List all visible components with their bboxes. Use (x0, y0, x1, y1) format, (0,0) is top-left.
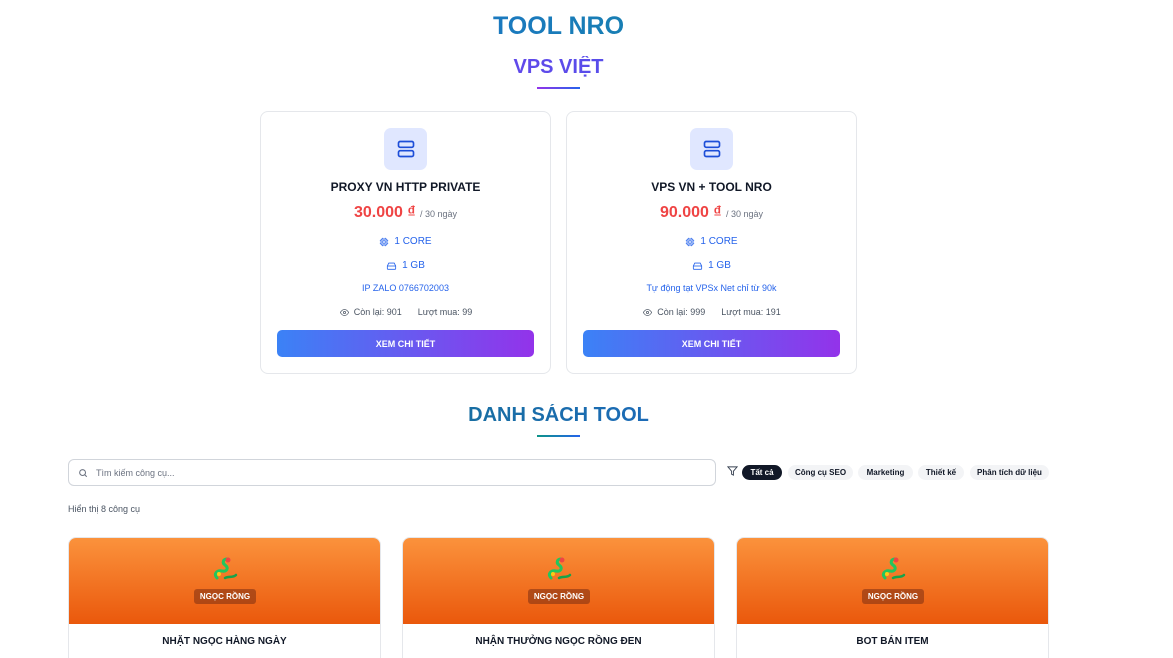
view-details-button[interactable]: XEM CHI TIẾT (583, 330, 840, 357)
filter-chip-marketing[interactable]: Marketing (858, 465, 913, 480)
vps-plan-purchases: Lượt mua: 99 (417, 307, 473, 317)
vps-plan-name: VPS VN + TOOL NRO (651, 180, 772, 194)
cpu-icon (686, 237, 695, 246)
cpu-icon (380, 237, 389, 246)
vps-plan-note: Tự động tạt VPSx Net chỉ từ 90k (646, 283, 777, 293)
server-icon (690, 128, 733, 170)
vps-plan-cpu-label: 1 CORE (700, 236, 738, 247)
vps-plan-cpu: 1 CORE (261, 236, 550, 247)
vps-plan-card: VPS VN + TOOL NRO 90.000 ₫ / 30 ngày 1 C… (566, 111, 857, 374)
vps-plan-card: PROXY VN HTTP PRIVATE 30.000 ₫ / 30 ngày… (260, 111, 551, 374)
tools-section-title: DANH SÁCH TOOL (0, 404, 1117, 427)
dragon-icon (213, 557, 238, 580)
tool-name: NHẬN THƯỞNG NGỌC RỒNG ĐEN (475, 636, 642, 647)
filter-chip-seo[interactable]: Công cụ SEO (788, 465, 853, 480)
tool-name: BOT BÁN ITEM (856, 636, 929, 647)
vps-plan-price-row: 30.000 ₫ / 30 ngày (261, 204, 550, 222)
vps-plan-period: / 30 ngày (420, 209, 458, 219)
vps-plan-name: PROXY VN HTTP PRIVATE (330, 180, 481, 194)
vps-title-underline (537, 87, 580, 89)
dragon-icon (881, 557, 906, 580)
search-input[interactable] (96, 467, 676, 478)
hard-drive-icon (387, 262, 397, 270)
vps-plan-remaining: Còn lại: 901 (353, 307, 402, 317)
tool-card[interactable]: NGỌC RỒNG NHẶT NGỌC HÀNG NGÀY (68, 537, 381, 658)
vps-plan-price: 30.000 ₫ (353, 204, 416, 221)
vps-plan-ram-label: 1 GB (402, 260, 425, 271)
filter-chip-all[interactable]: Tất cả (742, 465, 782, 480)
vps-plan-remaining: Còn lại: 999 (657, 307, 706, 317)
search-bar (68, 459, 716, 486)
view-details-button[interactable]: XEM CHI TIẾT (277, 330, 534, 357)
vps-plan-cpu: 1 CORE (567, 236, 856, 247)
result-count: Hiển thị 8 công cụ (68, 504, 141, 514)
vps-plan-price-row: 90.000 ₫ / 30 ngày (567, 204, 856, 222)
tool-card[interactable]: NGỌC RỒNG BOT BÁN ITEM (736, 537, 1049, 658)
vps-plan-period: / 30 ngày (726, 209, 764, 219)
tool-card[interactable]: NGỌC RỒNG NHẬN THƯỞNG NGỌC RỒNG ĐEN (402, 537, 715, 658)
vps-plan-stats: Còn lại: 901 Lượt mua: 99 (261, 307, 550, 317)
tool-name: NHẶT NGỌC HÀNG NGÀY (162, 636, 287, 647)
eye-icon (643, 308, 653, 316)
vps-section-title: VPS VIỆT (0, 56, 1117, 79)
filter-chip-design[interactable]: Thiết kế (918, 465, 964, 480)
dragon-icon (547, 557, 572, 580)
filter-chip-data-analysis[interactable]: Phân tích dữ liệu (970, 465, 1049, 480)
vps-plan-ram: 1 GB (261, 260, 550, 271)
vps-plan-ram: 1 GB (567, 260, 856, 271)
tools-title-underline (537, 435, 580, 437)
vps-plan-price: 90.000 ₫ (659, 204, 722, 221)
tool-category-tag: NGỌC RỒNG (194, 589, 256, 604)
filter-icon[interactable] (727, 465, 738, 477)
server-icon (384, 128, 427, 170)
eye-icon (339, 308, 349, 316)
tool-category-tag: NGỌC RỒNG (862, 589, 924, 604)
tool-category-tag: NGỌC RỒNG (528, 589, 590, 604)
search-icon (79, 468, 88, 477)
vps-plan-note: IP ZALO 0766702003 (362, 283, 449, 293)
hard-drive-icon (693, 262, 703, 270)
page-title: TOOL NRO (0, 12, 1117, 41)
vps-plan-purchases: Lượt mua: 191 (721, 307, 781, 317)
vps-plan-stats: Còn lại: 999 Lượt mua: 191 (567, 307, 856, 317)
vps-plan-ram-label: 1 GB (708, 260, 731, 271)
vps-plan-cpu-label: 1 CORE (394, 236, 432, 247)
